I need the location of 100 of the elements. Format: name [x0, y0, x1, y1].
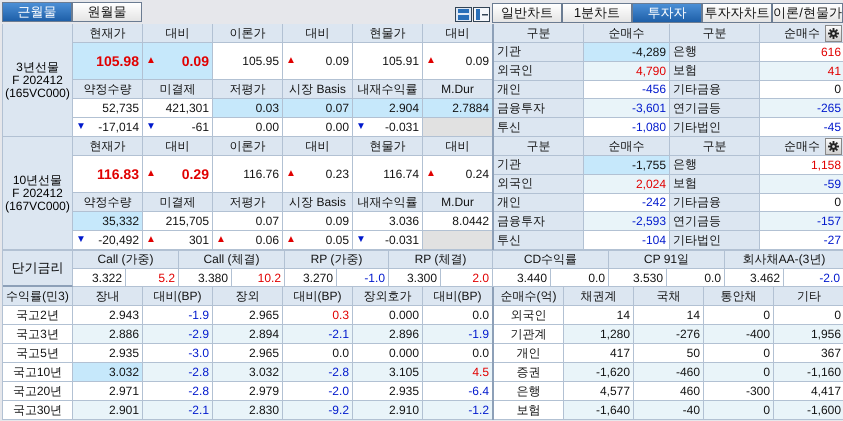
table-cell: 3.300: [389, 269, 441, 287]
settings-button[interactable]: [825, 138, 842, 155]
row-label: 국고5년: [3, 344, 73, 363]
cell-value: -17,014: [98, 120, 139, 134]
cell-value: 301: [188, 233, 209, 247]
cell-value: 0.06: [256, 233, 279, 247]
table-cell: 0: [704, 363, 774, 382]
table-cell: -104: [584, 231, 670, 250]
tab[interactable]: 투자자: [632, 3, 702, 23]
column-header: 시장 Basis: [283, 193, 353, 212]
table-cell: 4.5: [423, 363, 493, 382]
table-cell: -400: [704, 325, 774, 344]
table-cell: 0: [760, 194, 843, 212]
arrow-icon: ▲: [146, 235, 156, 245]
row-label: 개인: [494, 344, 564, 363]
column-header: 이론가: [213, 24, 283, 43]
tab[interactable]: 이론/현물가: [772, 3, 843, 23]
table-cell: 2.904: [353, 99, 423, 118]
table-cell: 5.2: [126, 269, 179, 287]
row-label: 기타법인: [670, 118, 760, 137]
table-cell: -2,593: [584, 212, 670, 232]
arrow-icon: ▼: [356, 235, 366, 245]
table-cell: 417: [564, 344, 634, 363]
table-cell: 3.032: [213, 363, 283, 382]
table-cell: 2.965: [213, 306, 283, 325]
table-cell: 0: [704, 306, 774, 325]
tab[interactable]: 원월물: [72, 2, 142, 22]
table-cell: -9.2: [283, 401, 353, 420]
table-cell: 616: [760, 43, 843, 62]
table-cell: 2.894: [213, 325, 283, 344]
table-cell: 0.000: [353, 306, 423, 325]
table-cell: 3.322: [73, 269, 126, 287]
table-cell: 52,735: [73, 99, 143, 118]
table-cell: 3.440: [493, 269, 551, 287]
table-cell: -1,620: [564, 363, 634, 382]
settings-icon: [828, 28, 839, 39]
row-label: 은행: [670, 43, 760, 62]
column-header: 저평가: [213, 193, 283, 212]
table-cell: -1,640: [564, 401, 634, 420]
column-header: 약정수량: [73, 80, 143, 99]
row-label: 은행: [494, 382, 564, 401]
table-cell: 1,158: [760, 156, 843, 175]
table-cell: 116.76: [213, 156, 283, 193]
row-label: 국고10년: [3, 363, 73, 382]
table-cell: 2.943: [73, 306, 143, 325]
table-cell: 460: [634, 382, 704, 401]
table-cell: 3.462: [725, 269, 784, 287]
table-cell: 0.09: [283, 212, 353, 231]
tab[interactable]: 1분차트: [562, 3, 632, 23]
row-label: 은행: [670, 156, 760, 175]
tab[interactable]: 일반차트: [492, 3, 562, 23]
save-layout-icon[interactable]: [455, 7, 472, 22]
column-header: 대비: [143, 137, 213, 156]
cell-value: -0.031: [384, 233, 419, 247]
table-cell: 116.74: [353, 156, 423, 193]
column-header: 내재수익률: [353, 193, 423, 212]
tab[interactable]: 근월물: [2, 2, 72, 22]
cell-value: -0.031: [384, 120, 419, 134]
table-cell: -242: [584, 194, 670, 212]
table-cell: -40: [634, 401, 704, 420]
table-cell: 0.00: [283, 118, 353, 137]
table-cell: -27: [760, 231, 843, 250]
table-cell: 2.965: [213, 344, 283, 363]
table-cell: -1,160: [774, 363, 843, 382]
table-cell: 3.270: [285, 269, 337, 287]
column-header: 회사채AA-(3년): [725, 251, 843, 269]
table-cell: 0.3: [283, 306, 353, 325]
table-cell: 35,332: [73, 212, 143, 231]
table-cell: 2.0: [441, 269, 493, 287]
table-cell: 4,577: [564, 382, 634, 401]
table-cell: 0.0: [283, 344, 353, 363]
table-cell: 10.2: [232, 269, 285, 287]
row-label: 기타금융: [670, 80, 760, 100]
split-layout-icon[interactable]: [473, 7, 490, 22]
tab[interactable]: 투자자차트: [702, 3, 772, 23]
cell-value: 0.24: [466, 167, 489, 181]
column-header: RP (가중): [285, 251, 389, 269]
table-cell: 2.896: [353, 325, 423, 344]
table-cell: -6.4: [423, 382, 493, 401]
table-cell: 0.00: [213, 118, 283, 137]
table-cell: 2.901: [73, 401, 143, 420]
table-cell: 215,705: [143, 212, 213, 231]
row-label: 기타법인: [670, 231, 760, 250]
table-cell: -2.1: [143, 401, 213, 420]
settings-button[interactable]: [825, 25, 842, 42]
table-cell: 116.83: [73, 156, 143, 193]
cell-value: -61: [192, 120, 209, 134]
row-label: 기관: [494, 43, 584, 62]
column-header: M.Dur: [423, 193, 493, 212]
table-cell: 0.03: [213, 99, 283, 118]
arrow-icon: ▲: [146, 56, 156, 66]
column-header: M.Dur: [423, 80, 493, 99]
arrow-icon: ▲: [146, 169, 156, 179]
row-label: 국고3년: [3, 325, 73, 344]
row-label: 금융투자: [494, 212, 584, 232]
row-label: 외국인: [494, 306, 564, 325]
table-cell: 105.91: [353, 43, 423, 80]
column-header: CD수익률: [493, 251, 609, 269]
cell-value: 0.23: [326, 167, 349, 181]
row-label: 금융투자: [494, 99, 584, 118]
